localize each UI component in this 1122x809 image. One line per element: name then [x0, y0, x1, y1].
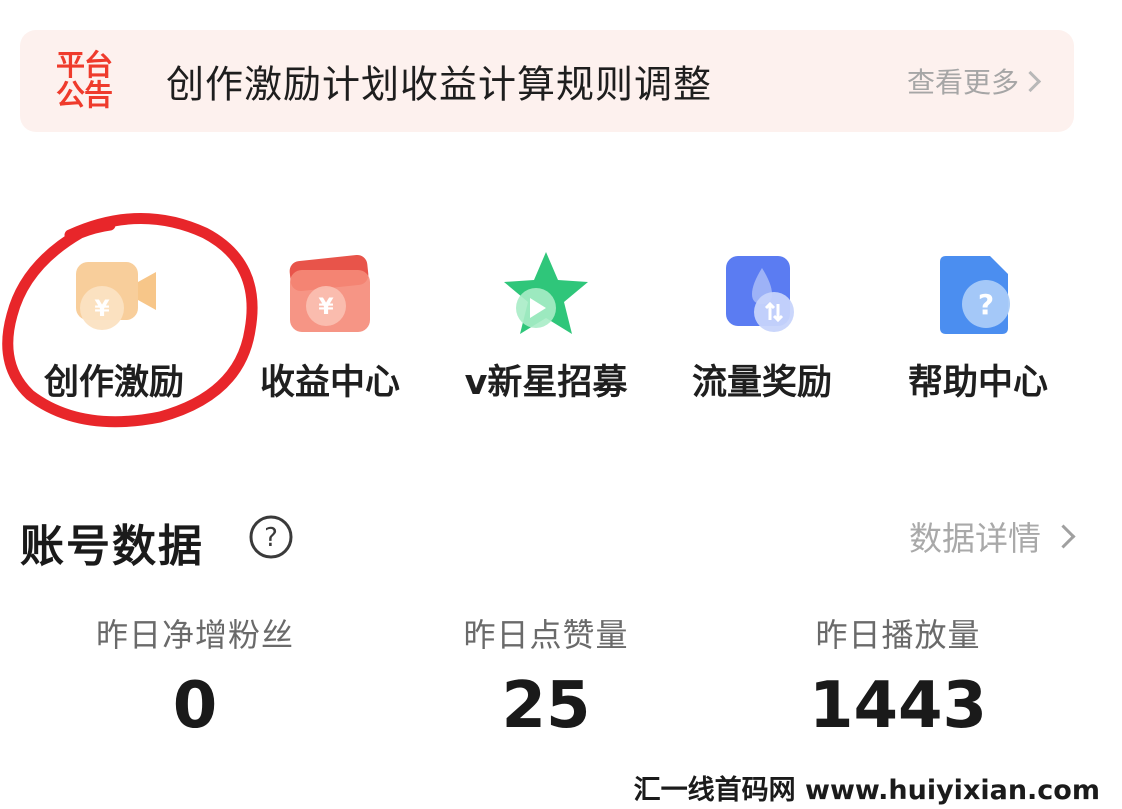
help-document-icon: ?: [940, 256, 1010, 334]
view-more-link[interactable]: 查看更多: [906, 61, 1042, 101]
chevron-right-icon: [1051, 523, 1076, 549]
stat-plays[interactable]: 昨日播放量 1443: [748, 610, 1048, 738]
account-data-title: 账号数据: [20, 521, 204, 572]
feature-menu: ¥ 创作激励 ¥ 收益中心 v新星招募 流量奖励 ? 帮助中心: [0, 240, 1122, 410]
announcement-title[interactable]: 创作激励计划收益计算规则调整: [166, 54, 712, 109]
stat-label: 昨日播放量: [815, 616, 981, 654]
chevron-right-icon: [1019, 70, 1042, 92]
menu-item-earnings-center[interactable]: ¥ 收益中心: [230, 240, 430, 410]
stat-value: 1443: [808, 669, 988, 743]
star-play-icon: [504, 252, 588, 334]
menu-label: 创作激励: [43, 363, 184, 403]
menu-label: v新星招募: [464, 363, 628, 403]
data-detail-label: 数据详情: [909, 519, 1041, 558]
menu-item-new-star-recruitment[interactable]: v新星招募: [446, 240, 646, 410]
question-circle-icon[interactable]: ?: [248, 514, 294, 560]
stat-value: 25: [501, 669, 591, 743]
menu-item-creator-incentive[interactable]: ¥ 创作激励: [14, 240, 214, 410]
view-more-label: 查看更多: [906, 66, 1019, 99]
video-camera-yuan-icon: ¥: [76, 262, 156, 330]
stat-likes[interactable]: 昨日点赞量 25: [396, 610, 696, 738]
menu-label: 收益中心: [259, 363, 400, 403]
platform-announcement-tag: 平台公告: [55, 48, 113, 112]
stat-label: 昨日净增粉丝: [95, 616, 294, 654]
menu-item-traffic-reward[interactable]: 流量奖励: [662, 240, 862, 410]
announcement-banner[interactable]: 平台公告 创作激励计划收益计算规则调整 查看更多: [20, 30, 1074, 132]
menu-item-help-center[interactable]: ? 帮助中心: [878, 240, 1078, 410]
stat-value: 0: [172, 669, 218, 743]
svg-text:?: ?: [978, 288, 994, 321]
menu-label: 流量奖励: [691, 363, 832, 403]
svg-text:¥: ¥: [318, 295, 334, 320]
menu-label: 帮助中心: [907, 363, 1048, 403]
svg-text:¥: ¥: [94, 297, 110, 322]
stat-label: 昨日点赞量: [463, 616, 629, 654]
account-stats: 昨日净增粉丝 0 昨日点赞量 25 昨日播放量 1443: [0, 610, 1122, 740]
wallet-yuan-icon: ¥: [289, 254, 370, 332]
watermark: 汇一线首码网 www.huiyixian.com: [633, 775, 1100, 806]
data-detail-link[interactable]: 数据详情: [909, 512, 1076, 560]
stat-new-followers[interactable]: 昨日净增粉丝 0: [45, 610, 345, 738]
traffic-drop-icon: [726, 256, 794, 332]
svg-text:?: ?: [264, 523, 278, 553]
